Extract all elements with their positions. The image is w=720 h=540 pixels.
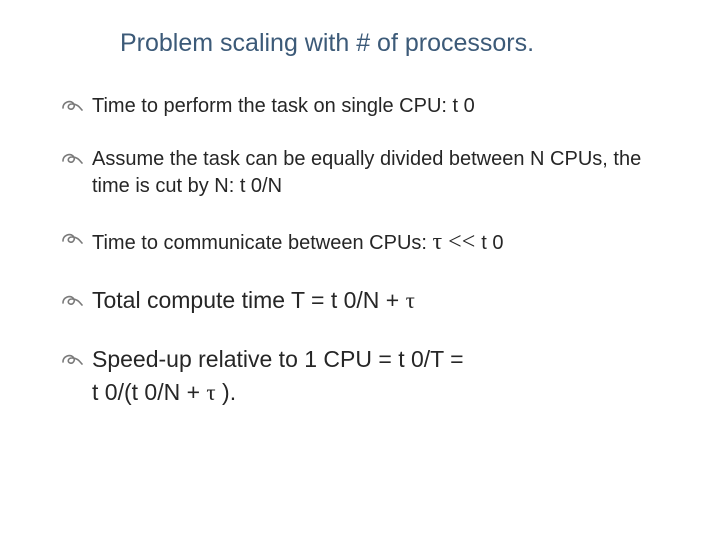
swirl-icon <box>60 228 84 248</box>
tau-symbol: τ <box>206 380 215 405</box>
bullet-5-line2: t 0/(t 0/N + τ ). <box>92 377 670 408</box>
bullet-5-line2-post: ). <box>216 379 236 405</box>
swirl-icon <box>60 95 84 115</box>
bullet-5: Speed-up relative to 1 CPU = t 0/T = t 0… <box>62 344 670 408</box>
bullet-5-line1: Speed-up relative to 1 CPU = t 0/T = <box>92 346 464 372</box>
bullet-5-line2-pre: t 0/(t 0/N + <box>92 379 206 405</box>
tau-symbol: τ <box>406 288 415 313</box>
swirl-icon <box>60 148 84 168</box>
bullet-1-text: Time to perform the task on single CPU: … <box>92 95 475 117</box>
bullet-2-text: Assume the task can be equally divided b… <box>92 148 641 197</box>
slide-title: Problem scaling with # of processors. <box>120 28 670 59</box>
tau-symbol: τ <box>433 229 443 255</box>
bullet-4: Total compute time T = t 0/N + τ <box>62 285 670 316</box>
much-less-symbol: << <box>442 229 481 255</box>
slide: Problem scaling with # of processors. Ti… <box>0 0 720 540</box>
swirl-icon <box>60 287 84 307</box>
bullet-2: Assume the task can be equally divided b… <box>62 146 670 200</box>
bullet-list: Time to perform the task on single CPU: … <box>62 93 670 408</box>
bullet-3-post: t 0 <box>481 232 503 254</box>
bullet-1: Time to perform the task on single CPU: … <box>62 93 670 120</box>
bullet-3: Time to communicate between CPUs: τ << t… <box>62 226 670 258</box>
bullet-3-pre: Time to communicate between CPUs: <box>92 232 433 254</box>
bullet-4-pre: Total compute time T = t 0/N + <box>92 287 406 313</box>
swirl-icon <box>60 346 84 366</box>
